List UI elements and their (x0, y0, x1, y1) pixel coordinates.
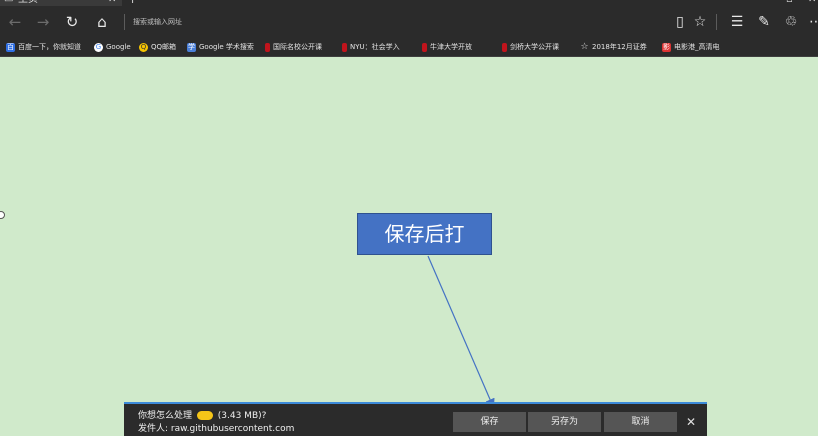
download-prompt: 你想怎么处理 (3.43 MB)? (138, 410, 266, 422)
save-as-button[interactable]: 另存为 (528, 412, 601, 432)
close-icon[interactable]: ✕ (686, 414, 696, 430)
download-bar: 你想怎么处理 (3.43 MB)? 发件人: raw.githubusercon… (124, 402, 707, 436)
save-button[interactable]: 保存 (453, 412, 526, 432)
download-question: 你想怎么处理 (138, 411, 193, 421)
download-file-size: (3.43 MB)? (217, 411, 267, 421)
cancel-button[interactable]: 取消 (604, 412, 677, 432)
filename-redacted-icon (196, 411, 213, 420)
callout-arrow (427, 255, 495, 409)
download-sender: 发件人: raw.githubusercontent.com (138, 424, 295, 434)
